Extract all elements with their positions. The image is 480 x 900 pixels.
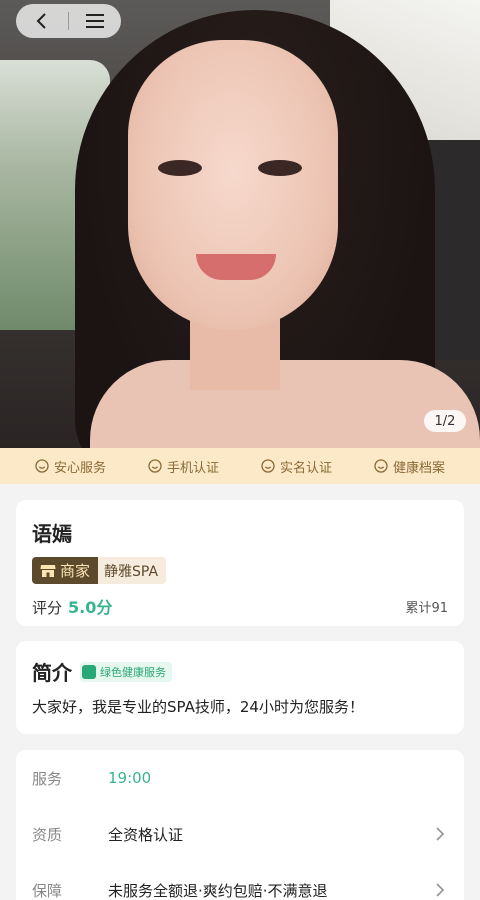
smile-icon — [374, 459, 388, 473]
therapist-name: 语嫣 — [32, 522, 72, 546]
qualification-value: 全资格认证 — [108, 825, 184, 844]
qualification-label: 资质 — [32, 825, 63, 844]
intro-header: 简介 绿色健康服务 — [32, 657, 448, 686]
qualification-row[interactable]: 资质 全资格认证 — [32, 806, 448, 862]
menu-button[interactable] — [69, 4, 121, 38]
photo-eye-left — [158, 160, 202, 176]
rating-value: 5.0分 — [68, 598, 113, 617]
details-card: 服务 19:00 资质 全资格认证 保障 未服务全额退·爽约包赔·不满意退 — [16, 750, 464, 900]
nav-capsule — [16, 4, 121, 38]
merchant-tag-label: 商家 — [60, 562, 91, 580]
intro-title: 简介 — [32, 661, 72, 685]
chevron-left-icon — [36, 13, 46, 29]
merchant-tag: 商家 — [32, 557, 99, 584]
photo-eye-right — [258, 160, 302, 176]
guarantee-safe-service: 安心服务 — [35, 457, 106, 476]
store-icon — [40, 564, 56, 577]
chevron-right-icon — [436, 883, 445, 897]
green-health-badge: 绿色健康服务 — [80, 661, 172, 682]
service-label: 服务 — [32, 769, 63, 788]
photo-counter: 1/2 — [424, 410, 466, 432]
guarantee-label: 安心服务 — [53, 460, 106, 476]
leaf-icon — [82, 664, 96, 679]
guarantee-row-value: 未服务全额退·爽约包赔·不满意退 — [108, 881, 328, 900]
guarantee-identity-verified: 实名认证 — [261, 457, 332, 476]
smile-icon — [148, 459, 162, 473]
order-total: 累计91 — [405, 600, 448, 616]
photo-shirt — [90, 360, 480, 448]
green-health-badge-label: 绿色健康服务 — [100, 665, 166, 679]
guarantee-row[interactable]: 保障 未服务全额退·爽约包赔·不满意退 — [32, 862, 448, 900]
service-time-value: 19:00 — [108, 769, 152, 787]
smile-icon — [261, 459, 275, 473]
intro-text: 大家好，我是专业的SPA技师，24小时为您服务！ — [32, 698, 364, 716]
guarantee-strip: 安心服务 手机认证 实名认证 健康档案 — [0, 448, 480, 484]
service-time-row: 服务 19:00 — [32, 750, 448, 806]
back-button[interactable] — [16, 4, 68, 38]
profile-photo[interactable]: 1/2 — [0, 0, 480, 448]
guarantee-label: 健康档案 — [392, 460, 445, 476]
profile-card: 语嫣 商家 静雅SPA 评分 5.0分 累计91 — [16, 500, 464, 626]
merchant-tags[interactable]: 商家 静雅SPA — [32, 557, 448, 584]
rating-label: 评分 — [32, 599, 63, 617]
intro-card: 简介 绿色健康服务 大家好，我是专业的SPA技师，24小时为您服务！ — [16, 641, 464, 734]
shop-name: 静雅SPA — [98, 557, 167, 584]
guarantee-phone-verified: 手机认证 — [148, 457, 219, 476]
guarantee-label: 手机认证 — [166, 460, 219, 476]
guarantee-label: 实名认证 — [279, 460, 332, 476]
photo-face — [128, 40, 338, 330]
hamburger-menu-icon — [86, 14, 104, 28]
guarantee-health-record: 健康档案 — [374, 457, 445, 476]
chevron-right-icon — [436, 827, 445, 841]
smile-icon — [35, 459, 49, 473]
rating-row: 评分 5.0分 累计91 — [32, 594, 448, 618]
guarantee-row-label: 保障 — [32, 881, 63, 900]
